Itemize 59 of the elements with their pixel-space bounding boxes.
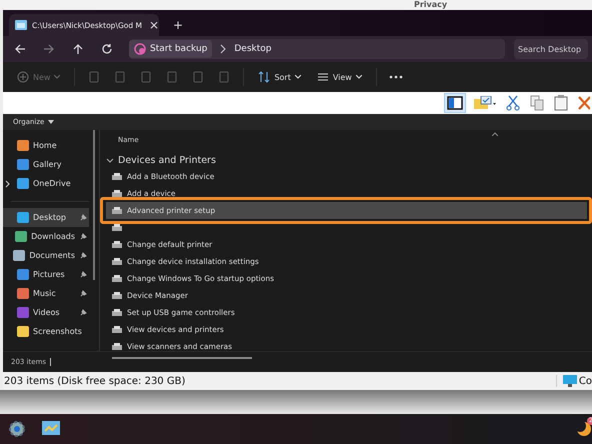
sidebar-item[interactable]: OneDrive: [3, 174, 89, 193]
printer-icon: [112, 224, 122, 232]
new-tab-button[interactable]: +: [171, 18, 186, 32]
monitor-icon: [562, 375, 577, 387]
sort-arrows-icon: [258, 71, 270, 83]
caret-icon: [294, 75, 301, 79]
clipboard-icon[interactable]: [552, 94, 570, 112]
search-field[interactable]: Search Desktop: [514, 39, 588, 59]
crescent-icon[interactable]: [576, 421, 592, 437]
delete-x-icon[interactable]: [576, 94, 592, 112]
preview-pane-icon[interactable]: [444, 93, 466, 113]
sort-button[interactable]: Sort: [252, 68, 307, 86]
sidebar-item[interactable]: Screenshots: [3, 322, 89, 341]
pin-icon[interactable]: [79, 252, 87, 260]
scissors-icon[interactable]: [504, 94, 522, 112]
chevron-icon: [220, 44, 226, 54]
folder-window-icon: [15, 20, 27, 30]
sidebar-item[interactable]: Videos: [3, 303, 89, 322]
pin-icon[interactable]: [79, 214, 87, 222]
printer-icon: [112, 326, 122, 334]
sidebar-item[interactable]: Home: [3, 136, 89, 155]
pin-icon[interactable]: [79, 290, 87, 298]
close-tab-button[interactable]: ×: [146, 18, 162, 32]
caret-icon: [48, 120, 54, 124]
plus-circle-icon: [17, 71, 29, 83]
path-crumb[interactable]: Desktop: [234, 44, 272, 54]
printer-icon: [112, 258, 122, 266]
printer-icon: [112, 274, 122, 282]
address-bar[interactable]: Start backup Desktop: [129, 39, 505, 59]
lines-icon: [316, 71, 329, 83]
printer-icon: [112, 308, 122, 316]
printer-icon: [112, 292, 122, 300]
printer-icon: [112, 342, 122, 350]
gear-icon[interactable]: [6, 418, 28, 440]
caret-icon: [356, 75, 362, 79]
sidebar-item[interactable]: Gallery: [3, 155, 89, 174]
expand-chevron-icon[interactable]: [5, 180, 10, 188]
sidebar-item[interactable]: Documents: [3, 246, 89, 265]
backup-crumb[interactable]: Start backup: [129, 40, 212, 58]
sidebar-item[interactable]: Downloads: [3, 227, 89, 246]
printer-icon: [112, 190, 122, 198]
computer-label: Co: [578, 376, 592, 386]
caret-icon: [54, 75, 60, 79]
printer-icon: [112, 206, 122, 214]
printer-icon: [112, 240, 122, 248]
crumb-label: Start backup: [150, 44, 208, 54]
printer-icon: [112, 172, 122, 180]
privacy-text: Privacy: [414, 0, 448, 10]
view-button[interactable]: View: [310, 68, 368, 86]
pin-icon[interactable]: [79, 232, 87, 240]
sidebar-item[interactable]: Pictures: [3, 265, 89, 284]
sort-caret-icon: [492, 132, 498, 136]
pin-icon[interactable]: [79, 308, 87, 316]
disk-space-text: 203 items (Disk free space: 230 GB): [3, 376, 186, 386]
sidebar-item[interactable]: Desktop: [3, 208, 89, 227]
sidebar-item[interactable]: Music: [3, 284, 89, 303]
folder-check-icon[interactable]: [472, 94, 498, 112]
group-header[interactable]: Devices and Printers: [106, 152, 592, 168]
pin-icon[interactable]: [79, 270, 87, 278]
